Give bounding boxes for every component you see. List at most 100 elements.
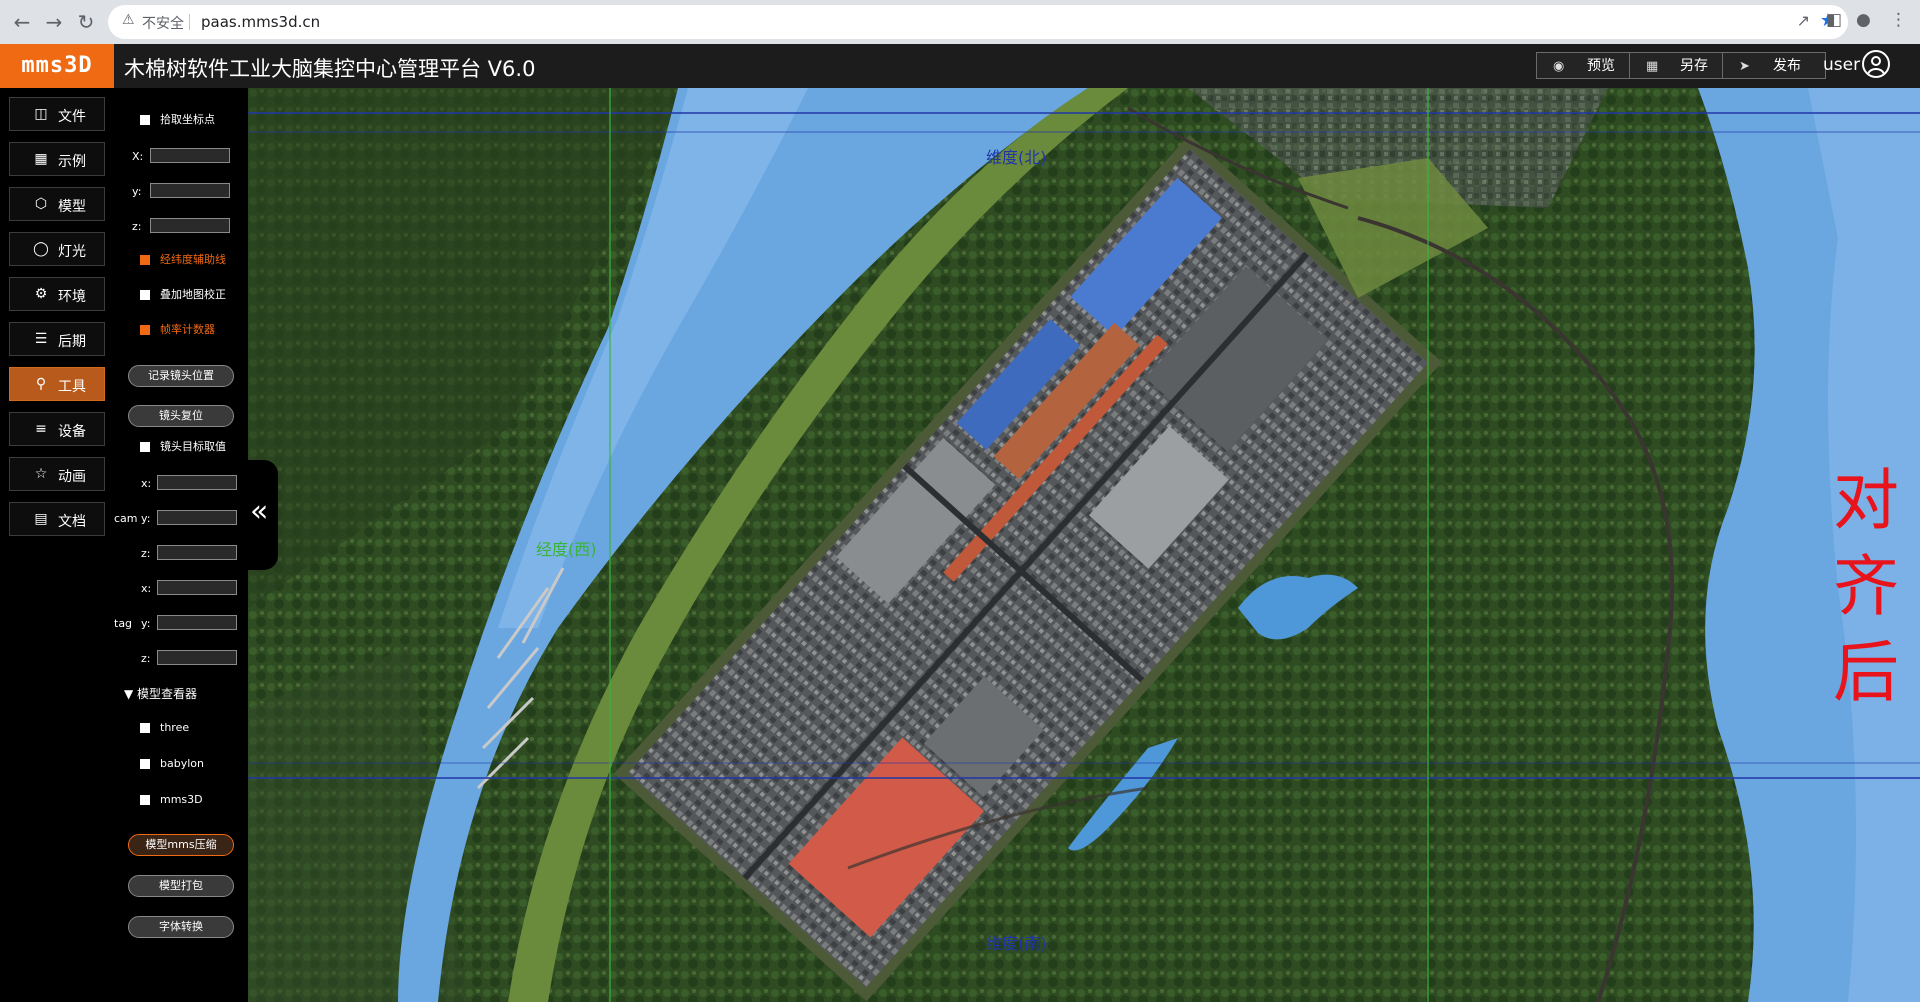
menu-item-tools[interactable]: ⚲ 工具 — [9, 367, 105, 401]
folder-icon: ◫ — [34, 106, 48, 122]
aligned-char: 对 — [1833, 462, 1899, 539]
menu-item-label: 文档 — [58, 514, 86, 530]
back-icon[interactable]: ← — [10, 10, 34, 34]
checkbox-box[interactable] — [140, 759, 150, 769]
url-text[interactable]: paas.mms3d.cn — [201, 13, 320, 31]
layers-icon: ☰ — [34, 331, 48, 347]
menu-item-label: 工具 — [58, 379, 86, 395]
menu-item-devices[interactable]: ≡ 设备 — [9, 412, 105, 446]
pick-z-input[interactable] — [150, 218, 230, 233]
coord-label: y: — [141, 617, 151, 630]
cam-prefix: cam — [114, 512, 138, 525]
checkbox-box[interactable] — [140, 255, 150, 265]
aligned-annotation: 对 齐 后 — [1826, 458, 1906, 716]
checkbox-box[interactable] — [140, 325, 150, 335]
menu-item-label: 动画 — [58, 469, 86, 485]
menu-item-label: 灯光 — [58, 244, 86, 260]
coord-label: z: — [141, 547, 151, 560]
tag-x-input[interactable] — [157, 580, 237, 595]
bulb-icon: ◯ — [33, 241, 49, 257]
document-icon: ▤ — [34, 511, 48, 527]
app-header: mms3D 木棉树软件工业大脑集控中心管理平台 V6.0 ◉ 预览 ▦ 另存 ➤… — [0, 44, 1920, 88]
star-icon: ☆ — [34, 466, 48, 482]
lat-north-label: 维度(北) — [986, 148, 1047, 167]
grid-icon: ▦ — [34, 151, 48, 167]
checkbox-label: 经纬度辅助线 — [160, 253, 226, 266]
model-viewer-toggle[interactable]: ▼ 模型查看器 — [124, 685, 197, 702]
coord-label: X: — [132, 150, 144, 163]
list-icon: ≡ — [35, 421, 47, 437]
checkbox-label: 拾取坐标点 — [160, 113, 215, 126]
mms-compress-button[interactable]: 模型mms压缩 — [128, 834, 234, 856]
menu-item-label: 示例 — [58, 154, 86, 170]
coord-label: z: — [141, 652, 151, 665]
lat-south-label: 维度(南) — [986, 934, 1047, 953]
sidebar-toggle-icon[interactable]: ◧ — [1826, 10, 1842, 30]
menu-item-label: 模型 — [58, 199, 86, 215]
scene-viewport[interactable]: 维度(北) 维度(南) 经度(西) 对 齐 后 — [248, 88, 1920, 1002]
menu-item-docs[interactable]: ▤ 文档 — [9, 502, 105, 536]
coord-label: x: — [141, 477, 152, 490]
cam-x-input[interactable] — [157, 475, 237, 490]
menu-item-environment[interactable]: ⚙ 环境 — [9, 277, 105, 311]
checkbox-label: 镜头目标取值 — [160, 440, 226, 453]
menu-item-examples[interactable]: ▦ 示例 — [9, 142, 105, 176]
lon-west-label: 经度(西) — [536, 540, 597, 559]
wrench-icon: ⚲ — [35, 376, 47, 392]
pick-x-input[interactable] — [150, 148, 230, 163]
checkbox-box[interactable] — [140, 115, 150, 125]
menu-item-label: 后期 — [58, 334, 86, 350]
send-icon: ➤ — [1739, 59, 1750, 74]
model-pack-button[interactable]: 模型打包 — [128, 875, 234, 897]
warning-icon[interactable]: ⚠ — [122, 12, 135, 28]
username[interactable]: user — [1823, 55, 1860, 75]
browser-menu-icon[interactable]: ⋮ — [1890, 10, 1907, 30]
checkbox-label: mms3D — [160, 793, 203, 806]
cam-z-input[interactable] — [157, 545, 237, 560]
checkbox-label: three — [160, 721, 190, 734]
checkbox-box[interactable] — [140, 290, 150, 300]
save-as-button[interactable]: ▦ 另存 — [1629, 52, 1733, 79]
checkbox-box[interactable] — [140, 442, 150, 452]
collapse-panel-chevron-icon[interactable]: « — [248, 460, 278, 570]
cam-y-input[interactable] — [157, 510, 237, 525]
tag-y-input[interactable] — [157, 615, 237, 630]
eye-icon: ◉ — [1553, 59, 1565, 74]
reset-camera-button[interactable]: 镜头复位 — [128, 405, 234, 427]
security-label[interactable]: 不安全 — [142, 13, 184, 33]
menu-item-animation[interactable]: ☆ 动画 — [9, 457, 105, 491]
user-avatar-icon[interactable] — [1862, 50, 1890, 78]
menu-item-file[interactable]: ◫ 文件 — [9, 97, 105, 131]
app-title: 木棉树软件工业大脑集控中心管理平台 V6.0 — [124, 57, 536, 81]
checkbox-box[interactable] — [140, 795, 150, 805]
browser-toolbar: ← → ↻ ⚠ 不安全 paas.mms3d.cn ↗ ★ ◧ ● ⋮ — [0, 0, 1920, 44]
preview-button[interactable]: ◉ 预览 — [1536, 52, 1640, 79]
menu-item-label: 环境 — [58, 289, 86, 305]
app-logo[interactable]: mms3D — [0, 44, 114, 88]
coord-label: z: — [132, 220, 142, 233]
forward-icon[interactable]: → — [42, 10, 66, 34]
aerial-map — [248, 88, 1920, 1002]
checkbox-label: 帧率计数器 — [160, 323, 215, 336]
profile-icon[interactable]: ● — [1856, 10, 1871, 30]
checkbox-label: 叠加地图校正 — [160, 288, 226, 301]
coord-label: y: — [141, 512, 151, 525]
pick-y-input[interactable] — [150, 183, 230, 198]
reload-icon[interactable]: ↻ — [74, 10, 98, 34]
font-convert-button[interactable]: 字体转换 — [128, 916, 234, 938]
menu-item-light[interactable]: ◯ 灯光 — [9, 232, 105, 266]
checkbox-box[interactable] — [140, 723, 150, 733]
share-icon[interactable]: ↗ — [1797, 11, 1810, 30]
cube-icon: ⬡ — [34, 196, 48, 212]
address-bar[interactable]: ⚠ 不安全 paas.mms3d.cn ↗ ★ — [108, 5, 1848, 39]
publish-button[interactable]: ➤ 发布 — [1722, 52, 1826, 79]
record-camera-button[interactable]: 记录镜头位置 — [128, 365, 234, 387]
tag-z-input[interactable] — [157, 650, 237, 665]
coord-label: x: — [141, 582, 152, 595]
menu-item-postprocess[interactable]: ☰ 后期 — [9, 322, 105, 356]
menu-item-model[interactable]: ⬡ 模型 — [9, 187, 105, 221]
preview-label: 预览 — [1587, 58, 1615, 74]
menu-item-label: 文件 — [58, 109, 86, 125]
gear-icon: ⚙ — [34, 286, 48, 302]
main-menu: ◫ 文件 ▦ 示例 ⬡ 模型 ◯ 灯光 ⚙ 环境 ☰ 后期 ⚲ 工具 ≡ 设备 … — [0, 88, 114, 1002]
